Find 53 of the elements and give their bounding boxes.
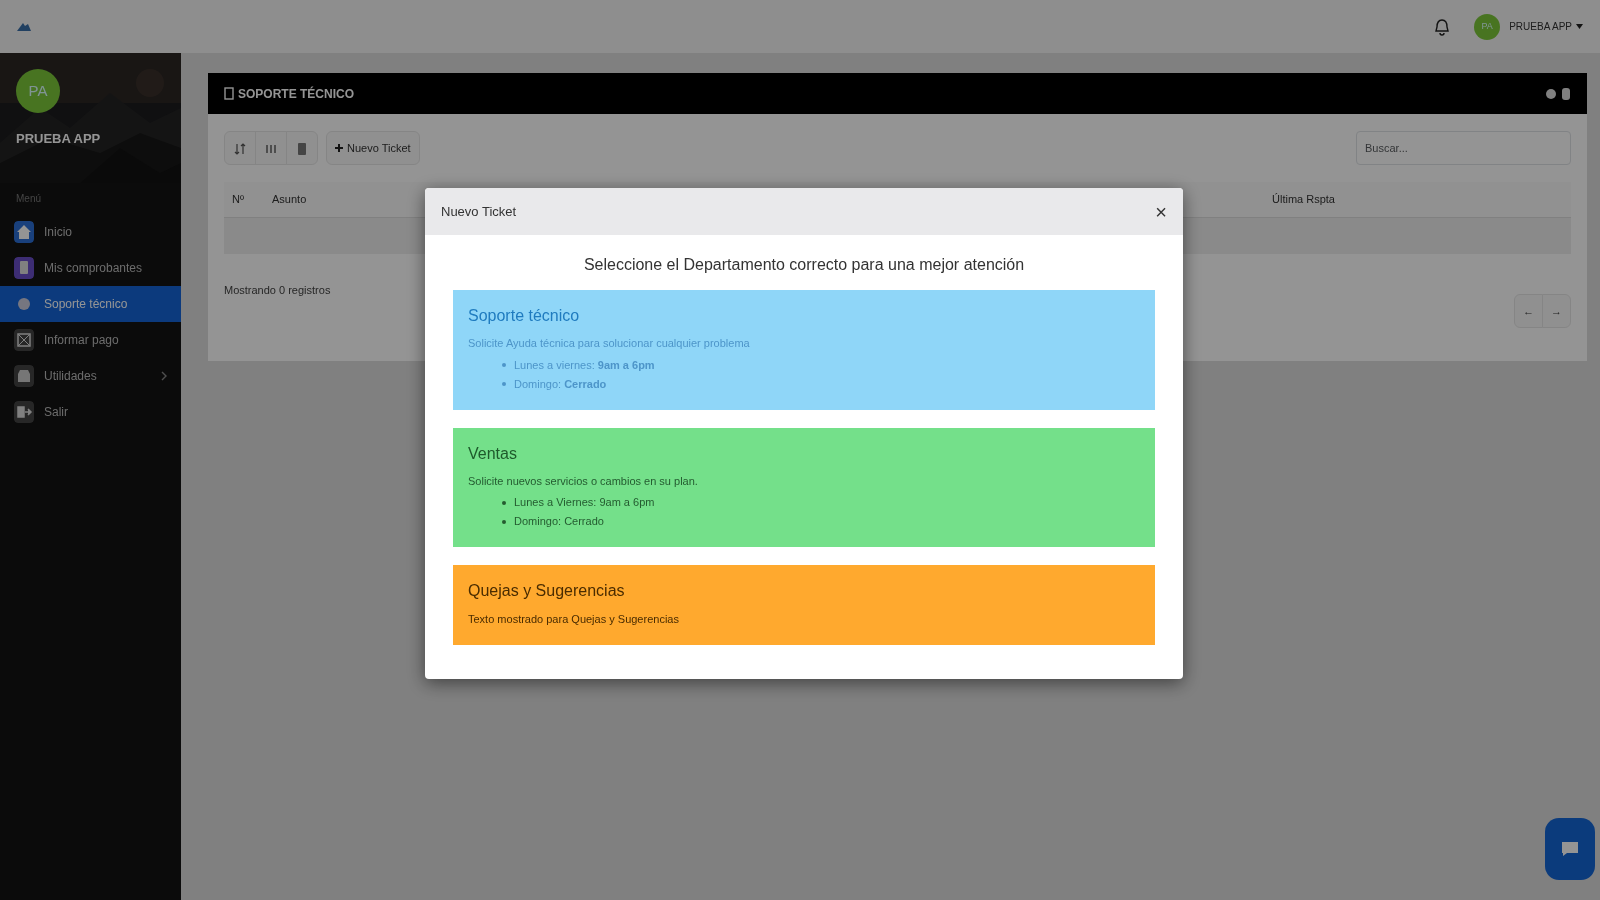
schedule-item: Lunes a viernes: 9am a 6pm [514, 357, 655, 373]
chat-icon [1560, 840, 1580, 858]
dialog-heading: Seleccione el Departamento correcto para una mejor atención [582, 255, 1026, 275]
new-ticket-button[interactable]: Nuevo Ticket [326, 131, 420, 165]
schedule-item: Domingo: Cerrado [514, 376, 607, 392]
column-header[interactable]: Nº [224, 191, 264, 208]
department-description: Solicite nuevos servicios o cambios en su plan. [468, 473, 699, 489]
department-description: Solicite Ayuda técnica para solucionar cualquier problema [468, 336, 751, 352]
bullet-icon [502, 363, 506, 368]
department-title: Quejas y Sugerencias [468, 581, 626, 601]
home-icon [14, 221, 34, 243]
sidebar-item[interactable]: Soporte técnico [0, 286, 181, 322]
department-title: Ventas [468, 443, 518, 463]
schedule-item: Lunes a Viernes: 9am a 6pm [514, 495, 655, 511]
sidebar-item[interactable]: Informar pago [0, 322, 181, 358]
box-icon [14, 365, 34, 387]
caret-icon [1576, 24, 1583, 29]
search-field[interactable]: Buscar... [1356, 131, 1571, 165]
sort-icon [233, 141, 247, 156]
plus-icon [335, 144, 343, 152]
bullet-icon [502, 500, 506, 505]
sidebar-item[interactable]: Mis comprobantes [0, 250, 181, 286]
department-card[interactable]: Ventas Solicite nuevos servicios o cambios en su plan. Lunes a Viernes: 9am a 6pm Domingo: Cerrado [453, 427, 1155, 548]
print-button[interactable] [286, 131, 318, 165]
department-card[interactable]: Soporte técnico Solicite Ayuda técnica para solucionar cualquier problema Lunes a viernes: 9am a 6pm Domingo: Cerrado [453, 290, 1155, 410]
close-button[interactable]: × [1155, 201, 1167, 222]
sidebar-item[interactable]: Utilidades [0, 358, 181, 394]
department-card[interactable]: Quejas y Sugerencias Texto mostrado para Quejas y Sugerencias [453, 565, 1155, 646]
panel-title: SOPORTE TÉCNICO [238, 85, 355, 103]
print-icon [295, 141, 309, 156]
previous-page-button[interactable]: ← [1514, 294, 1543, 328]
user-menu[interactable]: PRUEBA APP [1508, 18, 1584, 35]
notification-bell-icon[interactable] [1434, 17, 1451, 36]
sidebar-item[interactable]: Inicio [0, 214, 181, 250]
schedule-item: Domingo: Cerrado [514, 514, 604, 530]
sidebar-item[interactable]: Salir [0, 394, 181, 430]
next-page-button[interactable]: → [1542, 294, 1571, 328]
bullet-icon [502, 519, 506, 524]
document-icon [224, 87, 234, 100]
columns-button[interactable] [255, 131, 287, 165]
fullscreen-icon[interactable] [1561, 86, 1571, 101]
department-description: Texto mostrado para Quejas y Sugerencias [468, 611, 680, 627]
record-count: Mostrando 0 registros [224, 283, 332, 298]
bullet-icon [502, 382, 506, 387]
dialog-title: Nuevo Ticket [441, 202, 518, 221]
exit-icon [14, 401, 34, 423]
document-icon [14, 257, 34, 279]
chat-button[interactable] [1545, 818, 1595, 880]
menu-heading: Menú [15, 192, 42, 206]
column-header[interactable]: Última Rspta [1264, 191, 1343, 208]
profile-name: PRUEBA APP [16, 130, 102, 148]
sort-button[interactable] [224, 131, 256, 165]
department-title: Soporte técnico [468, 306, 581, 326]
